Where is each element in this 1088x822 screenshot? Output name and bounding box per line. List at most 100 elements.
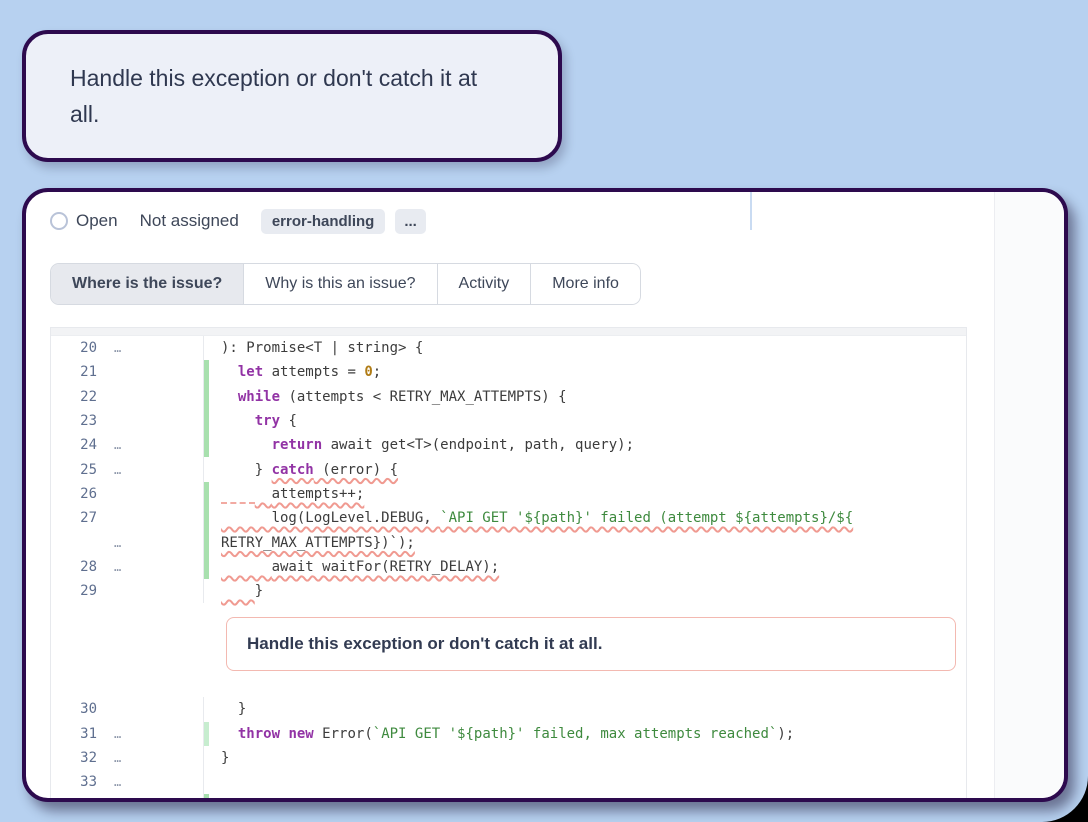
- code-line: 26 attempts++;: [51, 482, 966, 506]
- code-gutter: 23: [51, 409, 203, 433]
- code-line: 34export async function fetchProjectStat…: [51, 794, 966, 798]
- code-gutter: 24 …: [51, 433, 203, 457]
- code-line: 24 … return await get<T>(endpoint, path, …: [51, 433, 966, 457]
- code-text: }: [209, 583, 263, 599]
- code-text: RETRY_MAX_ATTEMPTS})`);: [209, 535, 415, 551]
- inline-issue-message[interactable]: Handle this exception or don't catch it …: [226, 617, 956, 671]
- code-line: 23 try {: [51, 409, 966, 433]
- code-segment: throw: [238, 726, 280, 742]
- status-open-icon[interactable]: [50, 212, 68, 230]
- line-number[interactable]: 28: [51, 559, 97, 575]
- issue-underlined-code: [255, 486, 272, 502]
- line-number[interactable]: 25: [51, 462, 97, 478]
- line-meta-ellipsis-icon[interactable]: …: [114, 438, 122, 452]
- line-meta-ellipsis-icon[interactable]: …: [114, 727, 122, 741]
- code-segment: 0: [364, 364, 372, 380]
- line-meta-ellipsis-icon[interactable]: …: [114, 536, 122, 550]
- line-number[interactable]: 26: [51, 486, 97, 502]
- line-number[interactable]: 27: [51, 510, 97, 526]
- tag-chip[interactable]: error-handling: [261, 209, 386, 234]
- code-segment: await get<T>(endpoint, path, query);: [322, 437, 634, 453]
- coverage-indicator: [203, 794, 209, 798]
- inline-issue-row: Handle this exception or don't catch it …: [226, 617, 956, 671]
- code-line: 30 }: [51, 697, 966, 721]
- code-gutter: 31 …: [51, 722, 203, 746]
- line-number[interactable]: 23: [51, 413, 97, 429]
- code-gutter: 34: [51, 794, 203, 798]
- issue-underlined-code: await waitFor(RETRY_DELAY);: [272, 559, 500, 575]
- code-line: 33 …: [51, 770, 966, 794]
- code-gutter: 32 …: [51, 746, 203, 770]
- tab-more-info[interactable]: More info: [530, 264, 640, 304]
- code-segment: (attempts < RETRY_MAX_ATTEMPTS) {: [280, 389, 567, 405]
- code-text: while (attempts < RETRY_MAX_ATTEMPTS) {: [209, 389, 567, 405]
- coverage-column: [203, 770, 209, 794]
- right-gutter-panel: [994, 192, 1064, 798]
- code-line: 28 … await waitFor(RETRY_DELAY);: [51, 555, 966, 579]
- line-number[interactable]: 30: [51, 701, 97, 717]
- code-segment: return: [272, 437, 323, 453]
- line-number[interactable]: 20: [51, 340, 97, 356]
- header-scrollbar[interactable]: [750, 192, 752, 230]
- line-number[interactable]: 31: [51, 726, 97, 742]
- code-text: } catch (error) {: [209, 462, 398, 478]
- issue-underlined-code: log(LogLevel.DEBUG,: [221, 510, 440, 526]
- line-meta-ellipsis-icon[interactable]: …: [114, 560, 122, 574]
- line-number[interactable]: 21: [51, 364, 97, 380]
- status-label[interactable]: Open: [76, 211, 118, 231]
- line-number[interactable]: 29: [51, 583, 97, 599]
- code-clipped-line: [51, 328, 966, 336]
- code-segment: [221, 726, 238, 742]
- tab-where-is-the-issue[interactable]: Where is the issue?: [51, 264, 243, 304]
- code-text: throw new Error(`API GET '${path}' faile…: [209, 726, 794, 742]
- code-segment: {: [280, 413, 297, 429]
- issue-card: Open Not assigned error-handling ... Whe…: [22, 188, 1068, 802]
- line-meta-ellipsis-icon[interactable]: …: [114, 775, 122, 789]
- code-segment: while: [238, 389, 280, 405]
- code-segment: [221, 364, 238, 380]
- line-meta-ellipsis-icon[interactable]: …: [114, 463, 122, 477]
- issue-underlined-code: catch: [272, 462, 314, 478]
- code-segment: [221, 413, 255, 429]
- code-text: }: [209, 701, 246, 717]
- code-gutter: 33 …: [51, 770, 203, 794]
- tab-why-is-this-an-issue[interactable]: Why is this an issue?: [243, 264, 436, 304]
- code-gutter: 29: [51, 579, 203, 603]
- code-line: 31 … throw new Error(`API GET '${path}' f…: [51, 722, 966, 746]
- issue-header-row: Open Not assigned error-handling ...: [50, 206, 426, 236]
- more-tags-chip[interactable]: ...: [395, 209, 426, 234]
- line-number[interactable]: 22: [51, 389, 97, 405]
- code-segment: [221, 437, 272, 453]
- page-background: Handle this exception or don't catch it …: [0, 0, 1088, 822]
- code-segment: [221, 389, 238, 405]
- line-meta-ellipsis-icon[interactable]: …: [114, 341, 122, 355]
- code-gutter: 21: [51, 360, 203, 384]
- code-text: return await get<T>(endpoint, path, quer…: [209, 437, 634, 453]
- code-line: 20 … ): Promise<T | string> {: [51, 336, 966, 360]
- code-gutter: 20 …: [51, 336, 203, 360]
- code-gutter: 30: [51, 697, 203, 721]
- line-number[interactable]: 33: [51, 774, 97, 790]
- code-segment: Error(: [314, 726, 373, 742]
- assignee-label[interactable]: Not assigned: [140, 211, 239, 231]
- line-number[interactable]: 32: [51, 750, 97, 766]
- code-segment: );: [777, 726, 794, 742]
- code-segment: try: [255, 413, 280, 429]
- issue-underlined-code: (error) {: [314, 462, 398, 478]
- issue-callout-text: Handle this exception or don't catch it …: [70, 60, 502, 132]
- code-segment: `API GET '${path}' failed, max attempts …: [373, 726, 778, 742]
- issue-underlined-code: `API GET '${path}' failed (attempt ${att…: [440, 510, 853, 526]
- line-number[interactable]: 24: [51, 437, 97, 453]
- line-meta-ellipsis-icon[interactable]: …: [114, 751, 122, 765]
- tab-activity[interactable]: Activity: [437, 264, 531, 304]
- code-segment: ): Promise<T | string> {: [221, 340, 423, 356]
- code-text: }: [209, 750, 229, 766]
- code-text: log(LogLevel.DEBUG, `API GET '${path}' f…: [209, 510, 853, 526]
- code-gutter: 22: [51, 385, 203, 409]
- code-segment: }: [255, 583, 263, 599]
- code-text: try {: [209, 413, 297, 429]
- code-segment: [221, 486, 255, 504]
- code-gutter: 27: [51, 506, 203, 530]
- issue-callout-bubble: Handle this exception or don't catch it …: [22, 30, 562, 162]
- code-line: 29 }: [51, 579, 966, 603]
